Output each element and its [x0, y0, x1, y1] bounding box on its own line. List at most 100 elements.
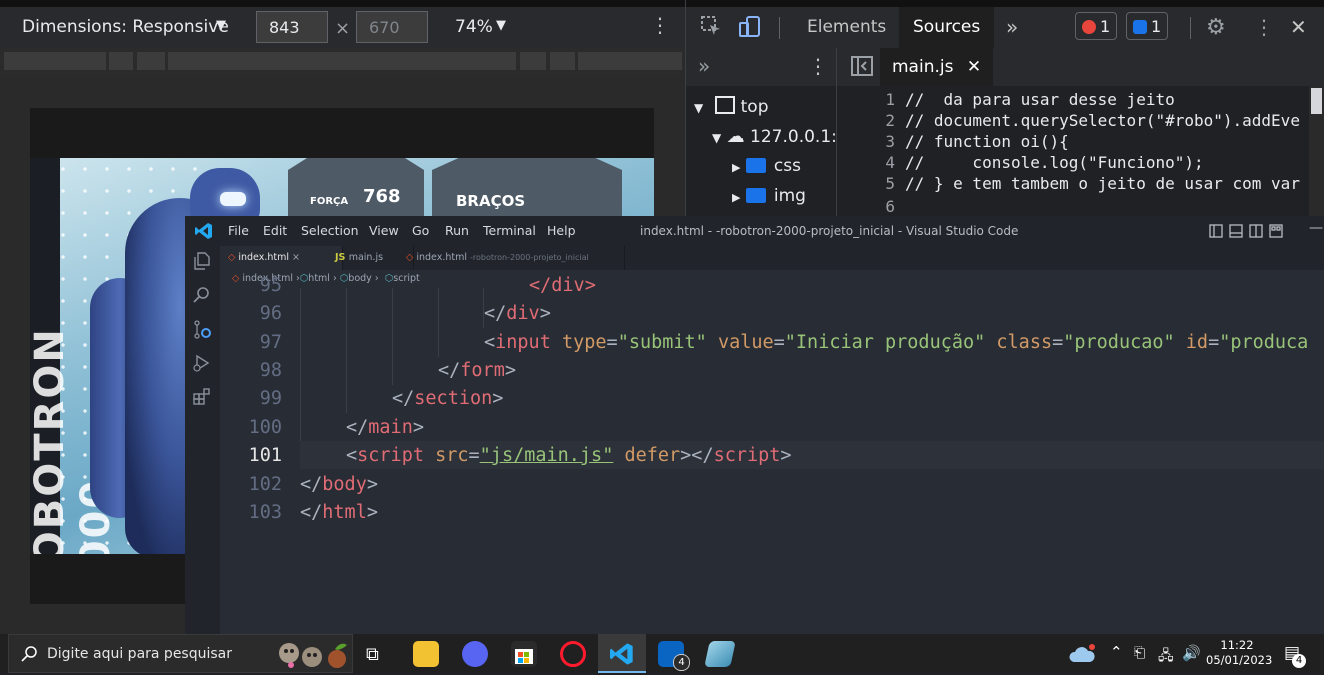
tree-item-host[interactable]: ▼ ☁ 127.0.0.1:5: [712, 126, 848, 147]
stat-card-forca: FORÇA 768: [288, 158, 424, 218]
dimensions-dropdown[interactable]: Dimensions: Responsive: [22, 17, 229, 37]
menu-run[interactable]: Run: [445, 223, 469, 238]
notifications-badge: 4: [1292, 654, 1306, 668]
clock-time: 11:22: [1220, 638, 1254, 652]
zoom-caret-icon[interactable]: ▼: [496, 18, 506, 33]
dimensions-separator: ×: [335, 18, 351, 39]
zoom-dropdown[interactable]: 74%: [455, 17, 493, 37]
breadcrumb: ◇ index.html › ⬡html › ⬡body › ⬡script: [220, 270, 1324, 288]
window-title: index.html - -robotron-2000-projeto_inic…: [640, 224, 1019, 238]
taskbar-search[interactable]: Digite aqui para pesquisar: [8, 634, 353, 673]
volume-icon[interactable]: 🔊: [1182, 644, 1201, 662]
code-line: </form>: [438, 360, 516, 381]
navigator-header: » ⋮: [686, 48, 837, 87]
code-line: <script src="js/main.js" defer></script>: [346, 445, 792, 466]
tab-index-html[interactable]: ◇ index.html ×: [220, 246, 343, 270]
opera-icon[interactable]: [560, 641, 586, 667]
media-query-bar[interactable]: [0, 48, 685, 78]
stat-card-bracos: BRAÇOS: [432, 158, 622, 218]
file-tab-main-js[interactable]: main.js ✕: [880, 48, 994, 86]
store-icon[interactable]: [511, 641, 537, 667]
tab-sources[interactable]: Sources: [899, 7, 995, 48]
menu-edit[interactable]: Edit: [263, 223, 287, 238]
code-scrollbar[interactable]: [1309, 86, 1324, 216]
code-line: </div>: [529, 275, 596, 296]
width-input[interactable]: [256, 11, 328, 43]
menu-view[interactable]: View: [369, 223, 399, 238]
line-number: 97: [259, 332, 282, 353]
vscode-taskbar-button[interactable]: [598, 634, 646, 673]
message-icon: [1133, 20, 1147, 34]
discord-icon[interactable]: [462, 641, 488, 667]
breadcrumb-item[interactable]: ⬡html ›: [300, 273, 337, 284]
search-highlight-icon[interactable]: [277, 639, 351, 675]
code-line: <input type="submit" value="Iniciar prod…: [484, 332, 1309, 353]
folder-icon: [745, 158, 766, 173]
file-explorer-icon[interactable]: [413, 641, 439, 667]
navigator-menu-icon[interactable]: ⋮: [808, 54, 828, 78]
code-editor[interactable]: 95 96 97 98 99 100 101 102 103 </div> </…: [220, 275, 1324, 634]
tree-item-css[interactable]: ▶ css: [732, 156, 801, 176]
task-view-icon[interactable]: ⧉: [366, 644, 379, 665]
extensions-icon[interactable]: [193, 388, 211, 411]
stat-label: BRAÇOS: [456, 192, 526, 210]
tree-item-img[interactable]: ▶ img: [732, 186, 806, 206]
sources-editor-tabs: main.js ✕: [837, 48, 1324, 87]
line-number: 100: [248, 417, 282, 438]
vscode-logo-icon: [195, 222, 213, 243]
source-control-icon[interactable]: [193, 320, 213, 345]
network-icon[interactable]: 🖧: [1158, 645, 1174, 669]
navigator-more-icon[interactable]: »: [698, 54, 710, 78]
mail-icon[interactable]: 4: [658, 641, 690, 671]
devtools-toolbar: Elements Sources » 1 1 ⚙ ⋮ ✕: [686, 7, 1324, 49]
menu-selection[interactable]: Selection: [301, 223, 359, 238]
minimize-icon[interactable]: —: [1309, 220, 1323, 236]
line-number: 98: [259, 360, 282, 381]
file-navigator: ▼ top ▼ ☁ 127.0.0.1:5 ▶ css ▶ img: [686, 86, 848, 216]
tab-elements[interactable]: Elements: [793, 7, 900, 48]
code-line: </html>: [300, 502, 378, 523]
layout-icons[interactable]: [1209, 224, 1299, 241]
dimensions-caret-icon[interactable]: ▼: [216, 18, 226, 33]
devtools-more-icon[interactable]: ⋮: [1254, 15, 1274, 39]
line-number: 95: [259, 275, 282, 296]
more-tabs-icon[interactable]: »: [992, 7, 1032, 48]
website-vertical-title: ROBOTRON 2000: [30, 327, 119, 598]
toggle-navigator-icon[interactable]: [851, 56, 873, 80]
code-line: </div>: [484, 303, 551, 324]
close-devtools-icon[interactable]: ✕: [1290, 15, 1307, 39]
device-more-icon[interactable]: ⋮: [650, 13, 670, 37]
search-icon: [21, 645, 39, 667]
clock-date: 05/01/2023: [1206, 653, 1273, 667]
menu-go[interactable]: Go: [412, 223, 429, 238]
line-number: 96: [259, 303, 282, 324]
height-input[interactable]: [356, 11, 428, 43]
close-tab-icon[interactable]: ✕: [967, 57, 981, 77]
run-debug-icon[interactable]: [193, 354, 211, 377]
weather-icon[interactable]: [1068, 644, 1096, 668]
app-icon[interactable]: [704, 641, 736, 667]
explorer-icon[interactable]: [193, 252, 211, 275]
code-line: </main>: [346, 417, 424, 438]
mail-badge: 4: [673, 654, 690, 671]
device-toolbar: Dimensions: Responsive ▼ × 74% ▼ ⋮: [0, 0, 685, 48]
messages-badge[interactable]: 1: [1126, 12, 1169, 40]
tab-index-html-2[interactable]: ◇ index.html -robotron-2000-projeto_inic…: [398, 246, 625, 270]
meet-now-icon[interactable]: ⎗: [1134, 645, 1145, 661]
search-icon[interactable]: [193, 286, 211, 309]
chevron-up-icon[interactable]: ⌃: [1110, 643, 1123, 661]
menu-terminal[interactable]: Terminal: [483, 223, 536, 238]
inspect-element-icon[interactable]: [700, 15, 722, 42]
menu-file[interactable]: File: [228, 223, 249, 238]
breadcrumb-item[interactable]: ⬡script: [385, 273, 420, 284]
settings-gear-icon[interactable]: ⚙: [1206, 15, 1226, 40]
tree-item-top[interactable]: ▼ top: [694, 96, 769, 117]
breadcrumb-item[interactable]: ⬡body ›: [340, 273, 379, 284]
device-toggle-icon[interactable]: [738, 15, 762, 44]
clock[interactable]: 11:22 05/01/2023: [1206, 638, 1273, 668]
frame-icon: [714, 96, 735, 114]
errors-badge[interactable]: 1: [1075, 12, 1118, 40]
vscode-window: File Edit Selection View Go Run Terminal…: [185, 216, 1324, 634]
sources-code-view[interactable]: 1// da para usar desse jeito 2// documen…: [837, 86, 1324, 216]
menu-help[interactable]: Help: [547, 223, 576, 238]
